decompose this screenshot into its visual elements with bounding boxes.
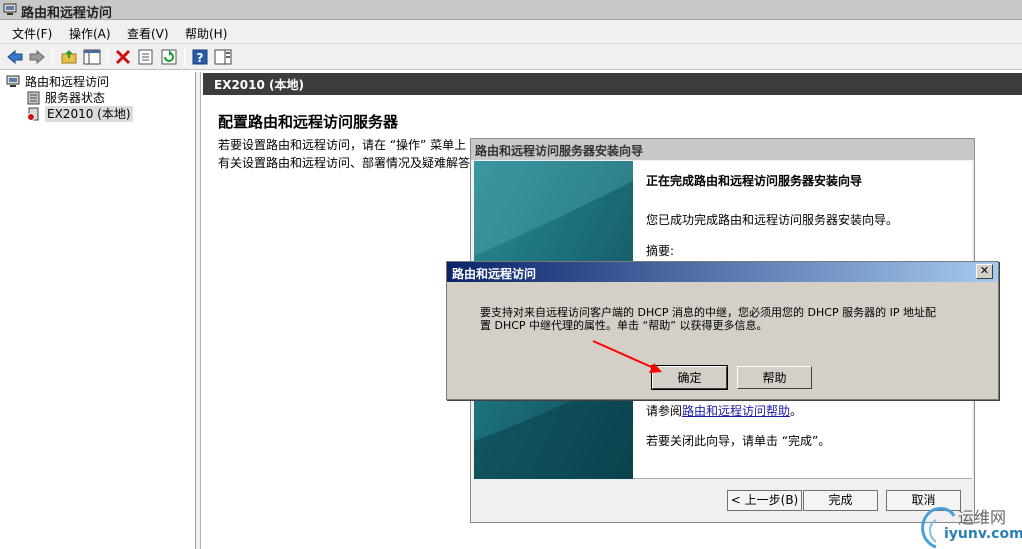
wizard-summary-label: 摘要: xyxy=(646,244,675,258)
refresh-icon[interactable] xyxy=(160,48,178,66)
help-icon[interactable]: ? xyxy=(191,48,209,66)
back-icon[interactable] xyxy=(6,48,24,66)
watermark-url: iyunv.com xyxy=(944,526,1022,542)
wizard-help-line: 请参阅路由和远程访问帮助。 xyxy=(646,402,802,419)
wizard-title: 路由和远程访问服务器安装向导 xyxy=(475,144,644,158)
dialog-titlebar: 路由和远程访问 ✕ xyxy=(447,262,998,282)
pane-header: EX2010 (本地) xyxy=(203,73,1022,95)
pane-text-line: 有关设置路由和远程访问、部署情况及疑难解答 xyxy=(218,156,471,170)
wizard-help-prefix: 请参阅 xyxy=(646,404,683,418)
help-button[interactable]: 帮助 xyxy=(737,366,812,389)
annotation-arrow-icon xyxy=(592,340,662,373)
show-hide-tree-icon[interactable] xyxy=(83,48,101,66)
routing-app-icon xyxy=(6,75,20,87)
toolbar-separator xyxy=(52,48,53,66)
dialog-message-line: 置 DHCP 中继代理的属性。单击 “帮助” 以获得更多信息。 xyxy=(480,319,768,332)
up-folder-icon[interactable] xyxy=(60,48,78,66)
menu-bar: 文件(F) 操作(A) 查看(V) 帮助(H) xyxy=(0,20,1022,44)
back-button[interactable]: < 上一步(B) xyxy=(727,490,802,511)
tree-node-label: 服务器状态 xyxy=(45,91,106,105)
menu-file[interactable]: 文件(F) xyxy=(12,25,52,42)
wizard-success-text: 您已成功完成路由和远程访问服务器安装向导。 xyxy=(646,213,899,227)
menu-help[interactable]: 帮助(H) xyxy=(185,25,227,42)
routing-app-icon xyxy=(3,3,17,15)
action-pane-icon[interactable] xyxy=(214,48,232,66)
close-icon[interactable]: ✕ xyxy=(976,264,993,279)
pane-heading: 配置路由和远程访问服务器 xyxy=(218,113,399,131)
server-status-icon xyxy=(27,91,40,105)
dialog-title: 路由和远程访问 xyxy=(452,267,537,281)
message-dialog: 路由和远程访问 ✕ 要支持对来自远程访问客户端的 DHCP 消息的中继，您必须用… xyxy=(446,261,999,400)
server-icon xyxy=(27,107,39,121)
console-tree: 路由和远程访问 服务器状态 EX2010 (本地) xyxy=(2,72,196,549)
wizard-close-hint: 若要关闭此向导，请单击 “完成”。 xyxy=(646,434,831,448)
properties-icon[interactable] xyxy=(137,48,155,66)
toolbar: ? xyxy=(0,44,1022,70)
wizard-heading: 正在完成路由和远程访问服务器安装向导 xyxy=(646,174,863,188)
menu-action[interactable]: 操作(A) xyxy=(69,25,111,42)
tree-node-label: 路由和远程访问 xyxy=(25,75,110,89)
window-titlebar: 路由和远程访问 xyxy=(0,0,1022,21)
wizard-help-suffix: 。 xyxy=(790,404,803,418)
delete-icon[interactable] xyxy=(114,48,132,66)
toolbar-separator xyxy=(107,48,108,66)
pane-header-title: EX2010 (本地) xyxy=(214,78,304,92)
finish-button[interactable]: 完成 xyxy=(803,490,878,511)
pane-text-line: 若要设置路由和远程访问，请在 “操作” 菜单上 xyxy=(218,138,467,152)
toolbar-separator xyxy=(184,48,185,66)
wizard-help-link[interactable]: 路由和远程访问帮助 xyxy=(682,404,790,418)
pane-splitter[interactable] xyxy=(196,72,201,549)
watermark-cn: 运维网 xyxy=(958,508,1007,527)
forward-icon[interactable] xyxy=(28,48,46,66)
watermark-logo: 运维网 iyunv.com xyxy=(914,502,1022,549)
window-title: 路由和远程访问 xyxy=(21,6,113,21)
wizard-titlebar: 路由和远程访问服务器安装向导 xyxy=(471,139,974,160)
tree-node-label: EX2010 (本地) xyxy=(45,106,133,122)
svg-text:?: ? xyxy=(197,51,204,65)
menu-view[interactable]: 查看(V) xyxy=(127,25,169,42)
